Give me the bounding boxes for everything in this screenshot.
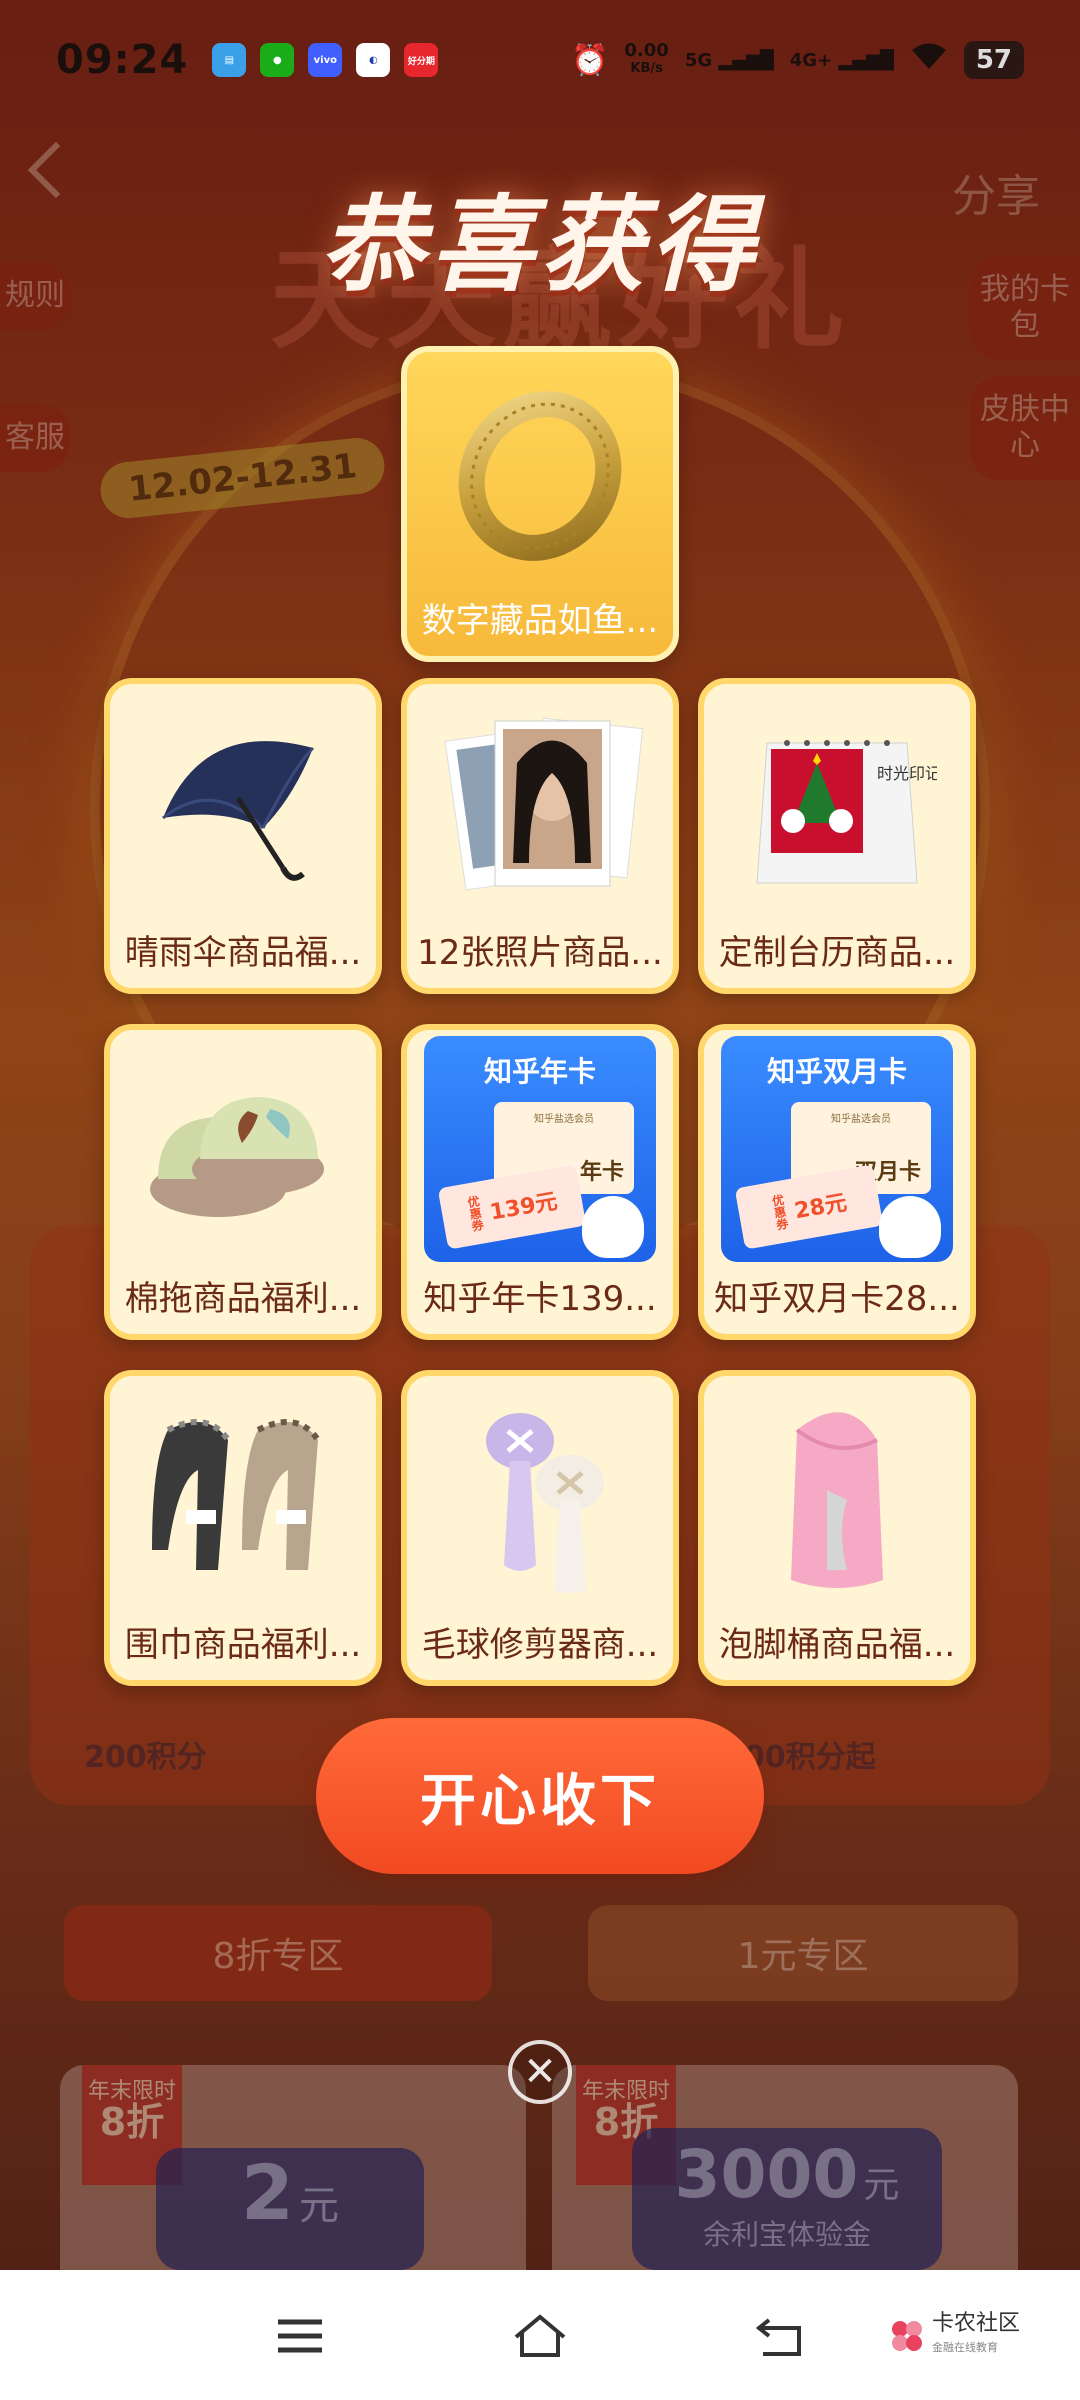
coupon-ticket: 优惠券 139元: [437, 1164, 587, 1250]
prize-card-foot-bath: 泡脚桶商品福...: [698, 1370, 976, 1686]
back-nav-icon[interactable]: [740, 2298, 820, 2374]
slippers-icon: [122, 1040, 364, 1258]
prize-card-photos: 12张照片商品...: [401, 678, 679, 994]
watermark-sub: 金融在线教育: [931, 2341, 998, 2354]
prize-name: 12张照片商品...: [417, 933, 663, 973]
watermark-name: 卡农社区: [931, 2311, 1020, 2336]
network-speed-value: 0.00: [624, 40, 669, 61]
notification-icons: ▤ ● vivo ◐ 好分期: [212, 43, 439, 77]
kanong-logo-icon: [891, 2321, 922, 2351]
prize-name: 晴雨伞商品福...: [124, 933, 362, 973]
accept-button[interactable]: 开心收下: [316, 1718, 764, 1874]
zhihu-card-type: 年卡: [579, 1160, 624, 1185]
wallet-app-icon: ▤: [212, 43, 247, 77]
prize-name: 围巾商品福利...: [124, 1625, 362, 1665]
coupon-amount: 28元: [792, 1190, 849, 1225]
fenqile-app-icon: 好分期: [404, 43, 439, 77]
signal-5g-label: 5G: [684, 49, 713, 71]
watermark-text: 卡农社区 金融在线教育: [932, 2312, 1020, 2360]
desk-calendar-icon: 时光印记: [716, 694, 958, 912]
alarm-icon: ⏰: [571, 42, 609, 78]
prize-name: 棉拖商品福利...: [124, 1279, 362, 1319]
app-icon: ◐: [356, 43, 391, 77]
prize-card-scarf: 围巾商品福利...: [104, 1370, 382, 1686]
wechat-app-icon: ●: [260, 43, 295, 77]
zhihu-card-icon: 知乎双月卡 知乎盐选会员 双月卡 优惠券 28元: [716, 1036, 958, 1262]
lint-remover-icon: [419, 1386, 661, 1604]
prize-card-calendar: 时光印记 定制台历商品...: [698, 678, 976, 994]
prize-card-zhihu-year: 知乎年卡 知乎盐选会员 年卡 优惠券 139元 知乎年卡139...: [401, 1024, 679, 1340]
prize-name: 数字藏品如鱼...: [421, 601, 659, 641]
coupon-tag: 优惠券: [465, 1194, 486, 1233]
calendar-text: 时光印记: [877, 764, 937, 783]
zhihu-2month-card: 知乎双月卡 知乎盐选会员 双月卡 优惠券 28元: [721, 1036, 953, 1262]
prize-name: 知乎双月卡28...: [714, 1279, 960, 1319]
status-time: 09:24: [56, 37, 189, 83]
photo-prints-icon: [419, 694, 661, 912]
zhihu-2month-title: 知乎双月卡: [766, 1055, 907, 1088]
kanong-watermark: 卡农社区 金融在线教育: [890, 2312, 1020, 2360]
gold-bracelet-icon: [419, 362, 661, 580]
signal-4g-icon: 4G+ ▂▄▆█: [789, 49, 894, 71]
coupon-ticket: 优惠券 28元: [734, 1164, 884, 1250]
battery-indicator: 57: [963, 41, 1024, 79]
coupon-amount: 139元: [488, 1189, 560, 1226]
wifi-icon: [910, 41, 948, 79]
zhihu-member-label: 知乎盐选会员: [534, 1114, 594, 1125]
mascot-icon: [879, 1196, 941, 1258]
signal-5g-icon: 5G ▂▄▆█: [684, 49, 774, 71]
prize-card-featured: 数字藏品如鱼...: [401, 346, 679, 662]
vivo-app-icon: vivo: [308, 43, 343, 77]
prize-name: 定制台历商品...: [718, 933, 956, 973]
network-speed-unit: KB/s: [630, 61, 663, 76]
scarf-icon: [122, 1386, 364, 1604]
menu-icon[interactable]: [260, 2298, 340, 2374]
network-speed: 0.00 KB/s: [624, 42, 668, 78]
foot-bath-icon: [716, 1386, 958, 1604]
system-nav-bar: 卡农社区 金融在线教育: [0, 2270, 1080, 2400]
prize-name: 泡脚桶商品福...: [718, 1625, 956, 1665]
status-bar: 09:24 ▤ ● vivo ◐ 好分期 ⏰ 0.00 KB/s 5G ▂▄▆█…: [0, 0, 1080, 120]
zhihu-member-label: 知乎盐选会员: [831, 1114, 891, 1125]
zhihu-card-icon: 知乎年卡 知乎盐选会员 年卡 优惠券 139元: [419, 1036, 661, 1262]
home-icon[interactable]: [500, 2298, 580, 2374]
umbrella-icon: [122, 694, 364, 912]
signal-4g-label: 4G+: [789, 49, 833, 71]
prize-name: 知乎年卡139...: [423, 1279, 657, 1319]
zhihu-year-title: 知乎年卡: [483, 1055, 596, 1088]
close-icon[interactable]: ✕: [508, 2040, 572, 2104]
status-right-group: ⏰ 0.00 KB/s 5G ▂▄▆█ 4G+ ▂▄▆█ 57: [571, 41, 1024, 79]
prize-name: 毛球修剪器商...: [421, 1625, 659, 1665]
coupon-tag: 优惠券: [769, 1193, 790, 1232]
zhihu-year-card: 知乎年卡 知乎盐选会员 年卡 优惠券 139元: [424, 1036, 656, 1262]
prize-card-slippers: 棉拖商品福利...: [104, 1024, 382, 1340]
modal-title: 恭喜获得: [319, 184, 760, 306]
prize-card-umbrella: 晴雨伞商品福...: [104, 678, 382, 994]
prize-card-lint-remover: 毛球修剪器商...: [401, 1370, 679, 1686]
prize-card-zhihu-2month: 知乎双月卡 知乎盐选会员 双月卡 优惠券 28元 知乎双月卡28...: [698, 1024, 976, 1340]
mascot-icon: [582, 1196, 644, 1258]
